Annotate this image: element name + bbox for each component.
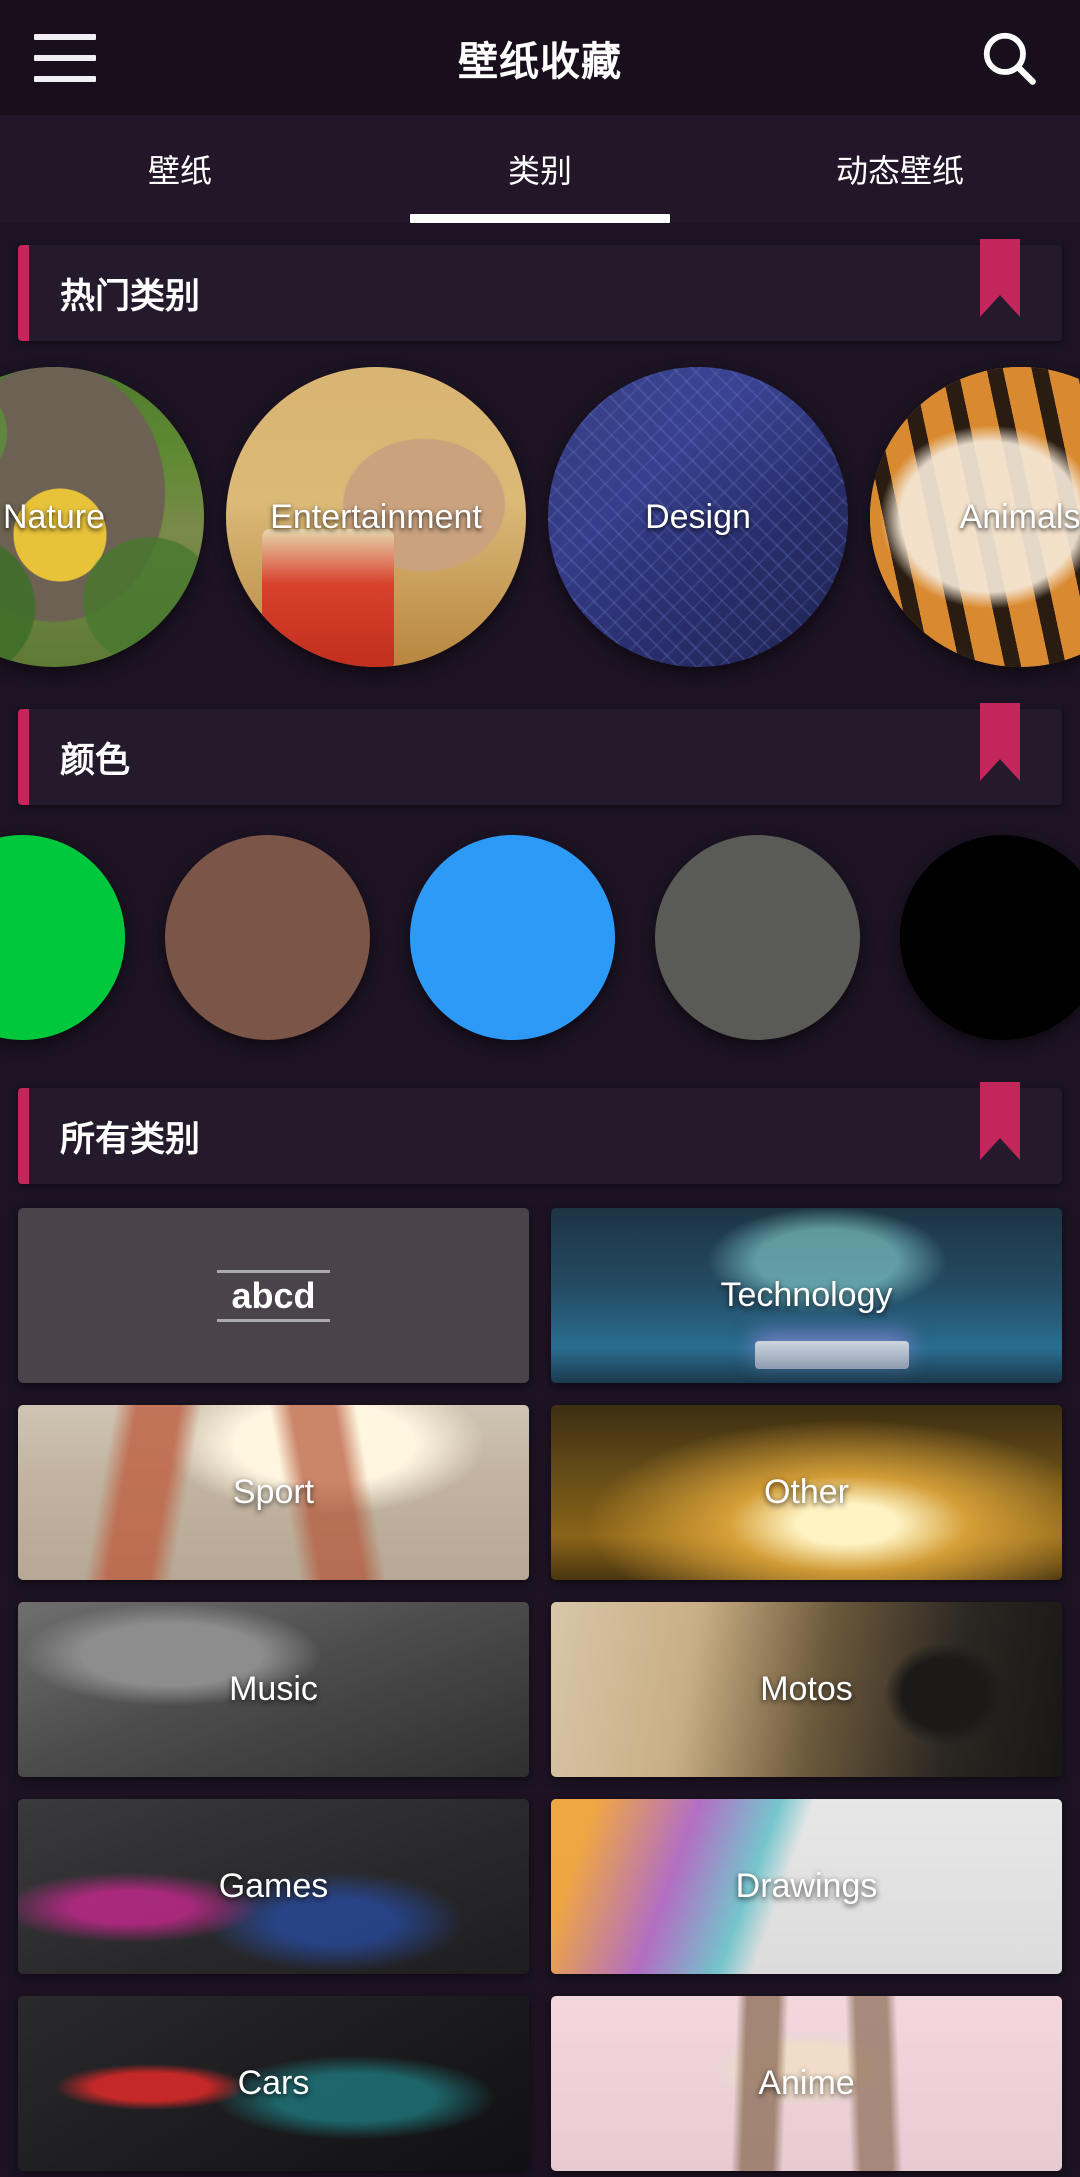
active-tab-indicator — [410, 214, 670, 223]
color-swatch-brown[interactable] — [165, 835, 370, 1040]
section-accent-bar — [18, 709, 29, 805]
bookmark-icon[interactable] — [980, 239, 1020, 317]
category-tile-cars[interactable]: Cars — [18, 1996, 529, 2171]
category-tile-drawings[interactable]: Drawings — [551, 1799, 1062, 1974]
all-categories-grid: abcd Technology Sport Other Music Motos … — [0, 1184, 1080, 2177]
tab-wallpapers[interactable]: 壁纸 — [0, 115, 360, 223]
tab-bar: 壁纸 类别 动态壁纸 — [0, 115, 1080, 223]
category-circle-animals[interactable]: Animals — [870, 367, 1080, 667]
page-content: 热门类别 Nature Entertainment Design Animals… — [0, 223, 1080, 2177]
app-bar: 壁纸收藏 — [0, 0, 1080, 115]
bookmark-icon[interactable] — [980, 703, 1020, 781]
category-label: Sport — [232, 1473, 315, 1511]
color-swatch-green[interactable] — [0, 835, 125, 1040]
category-tile-other[interactable]: Other — [551, 1405, 1062, 1580]
category-label: Cars — [237, 2064, 310, 2102]
category-tile-music[interactable]: Music — [18, 1602, 529, 1777]
search-icon[interactable] — [976, 25, 1042, 91]
category-tile-anime[interactable]: Anime — [551, 1996, 1062, 2171]
color-swatch-black[interactable] — [900, 835, 1080, 1040]
popular-categories-carousel[interactable]: Nature Entertainment Design Animals — [0, 341, 1080, 687]
category-tile-motos[interactable]: Motos — [551, 1602, 1062, 1777]
color-swatch-blue[interactable] — [410, 835, 615, 1040]
color-swatch-carousel[interactable] — [0, 805, 1080, 1066]
category-circle-nature[interactable]: Nature — [0, 367, 204, 667]
category-label: Anime — [758, 2064, 855, 2102]
category-label: Music — [229, 1670, 318, 1708]
section-title: 热门类别 — [60, 276, 201, 316]
section-accent-bar — [18, 1088, 29, 1184]
category-label: Design — [645, 497, 751, 536]
hamburger-line — [34, 33, 96, 40]
category-tile-sport[interactable]: Sport — [18, 1405, 529, 1580]
category-circle-entertainment[interactable]: Entertainment — [226, 367, 526, 667]
category-label: Other — [763, 1473, 850, 1511]
category-label: Nature — [2, 497, 106, 536]
category-tile-games[interactable]: Games — [18, 1799, 529, 1974]
category-label: Animals — [959, 497, 1080, 536]
section-header-all: 所有类别 — [18, 1082, 1062, 1184]
section-accent-bar — [18, 245, 29, 341]
tab-label: 类别 — [507, 153, 572, 189]
section-title: 颜色 — [60, 740, 131, 780]
category-label: Drawings — [735, 1867, 878, 1905]
section-header-popular: 热门类别 — [18, 239, 1062, 341]
hamburger-line — [34, 75, 96, 82]
section-title: 所有类别 — [60, 1119, 201, 1159]
category-label: Games — [218, 1867, 329, 1905]
category-label: Entertainment — [270, 497, 482, 536]
tab-live-wallpapers[interactable]: 动态壁纸 — [720, 115, 1080, 223]
category-circle-design[interactable]: Design — [548, 367, 848, 667]
section-header-colors: 颜色 — [18, 703, 1062, 805]
bookmark-icon[interactable] — [980, 1082, 1020, 1160]
category-label: Technology — [720, 1276, 893, 1314]
hamburger-line — [34, 54, 96, 61]
hamburger-menu-icon[interactable] — [34, 33, 96, 82]
category-label: Motos — [760, 1670, 853, 1708]
category-tile-technology[interactable]: Technology — [551, 1208, 1062, 1383]
category-label: abcd — [217, 1269, 330, 1322]
page-title: 壁纸收藏 — [458, 39, 622, 84]
tab-label: 动态壁纸 — [835, 153, 964, 189]
tab-label: 壁纸 — [147, 153, 212, 189]
category-tile-abcd[interactable]: abcd — [18, 1208, 529, 1383]
color-swatch-gray[interactable] — [655, 835, 860, 1040]
tab-categories[interactable]: 类别 — [360, 115, 720, 223]
